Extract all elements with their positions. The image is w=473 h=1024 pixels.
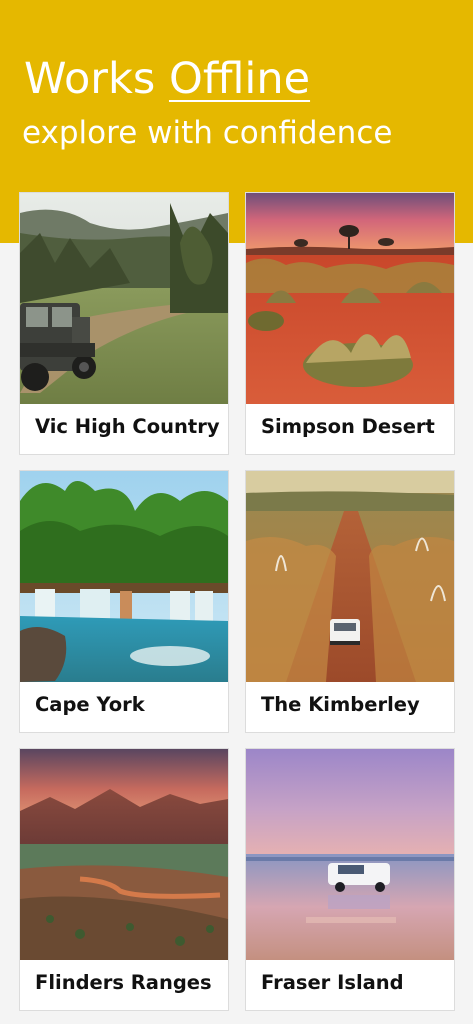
region-card-vic-high-country[interactable]: Vic High Country [19, 192, 229, 455]
the-kimberley-photo [246, 471, 454, 682]
title-prefix: Works [24, 54, 169, 104]
region-name: Simpson Desert [261, 415, 435, 438]
region-card-flinders-ranges[interactable]: Flinders Ranges [19, 748, 229, 1011]
region-name: Flinders Ranges [35, 971, 212, 994]
region-name: Fraser Island [261, 971, 404, 994]
region-card-the-kimberley[interactable]: The Kimberley [245, 470, 455, 733]
region-name: Vic High Country [35, 415, 220, 438]
region-card-fraser-island[interactable]: Fraser Island [245, 748, 455, 1011]
region-card-cape-york[interactable]: Cape York [19, 470, 229, 733]
screen: Works Offline explore with confidence Vi… [0, 0, 473, 1024]
fraser-island-photo [246, 749, 454, 960]
cape-york-photo [20, 471, 228, 682]
flinders-ranges-photo [20, 749, 228, 960]
region-card-simpson-desert[interactable]: Simpson Desert [245, 192, 455, 455]
title-emphasis: Offline [168, 54, 311, 104]
region-name: The Kimberley [261, 693, 420, 716]
simpson-desert-photo [246, 193, 454, 404]
page-subtitle: explore with confidence [22, 115, 393, 151]
page-title: Works Offline [24, 52, 310, 106]
vic-high-country-photo [20, 193, 228, 404]
region-name: Cape York [35, 693, 145, 716]
